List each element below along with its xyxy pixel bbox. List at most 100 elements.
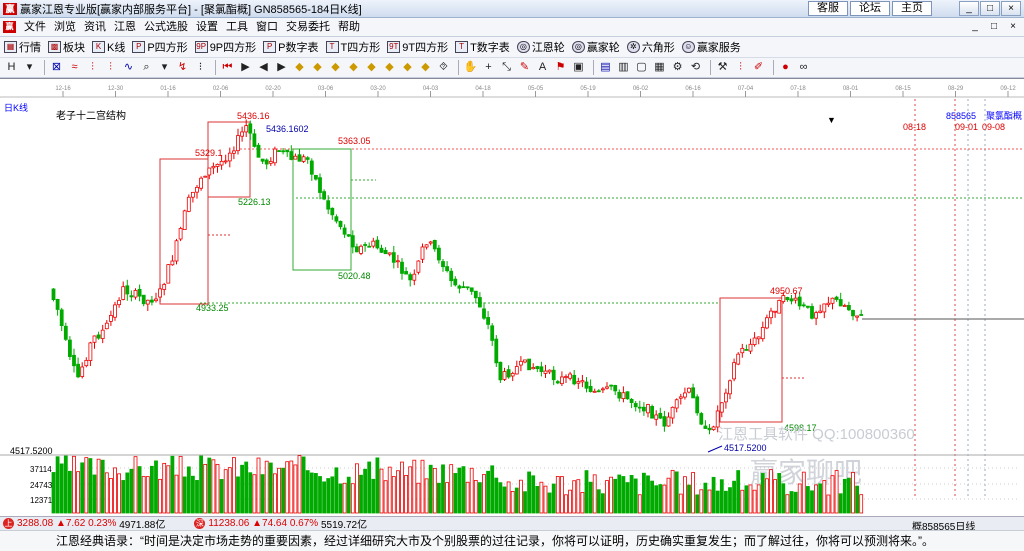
volume-bar xyxy=(326,478,331,514)
print-icon[interactable]: ▥ xyxy=(616,60,631,75)
maximize-button[interactable]: □ xyxy=(980,1,1000,16)
customer-service-link[interactable]: 客服 xyxy=(808,1,848,16)
candle-body xyxy=(654,414,659,420)
volume-bar xyxy=(535,486,540,514)
cross-icon[interactable]: + xyxy=(481,60,496,75)
candle-body xyxy=(391,252,396,263)
box-icon[interactable]: ▣ xyxy=(571,60,586,75)
menu-browse[interactable]: 浏览 xyxy=(50,19,80,36)
text-icon[interactable]: A xyxy=(535,60,550,75)
mdi-minimize-button[interactable]: _ xyxy=(968,20,982,33)
dropdown-icon[interactable]: ▾ xyxy=(157,60,172,75)
prev-icon[interactable]: ◀ xyxy=(256,60,271,75)
sz-index-icon[interactable]: 深 xyxy=(194,518,206,529)
toolbar-service-button[interactable]: ☺ 赢家服务 xyxy=(681,39,741,55)
volume-bar xyxy=(654,485,659,514)
diamond-icon[interactable]: ◆ xyxy=(292,60,307,75)
kchart-icon[interactable]: ⫶ xyxy=(733,60,748,75)
volume-bar xyxy=(297,455,302,514)
menu-formula[interactable]: 公式选股 xyxy=(140,19,192,36)
bars-icon[interactable]: ⫶ xyxy=(85,60,100,75)
chart-canvas[interactable]: 12-16 12-30 01-16 02-06 02-20 03-06 03-20 04-03… xyxy=(0,79,1024,517)
flag-icon[interactable]: ⚑ xyxy=(553,60,568,75)
dropdown-icon[interactable]: ▾ xyxy=(22,60,37,75)
trend-icon[interactable]: ↯ xyxy=(175,60,190,75)
first-icon[interactable]: ⏮ xyxy=(220,60,235,75)
menu-help[interactable]: 帮助 xyxy=(334,19,364,36)
diamond-icon[interactable]: ◆ xyxy=(328,60,343,75)
mark-icon[interactable]: ⯑ xyxy=(436,60,451,75)
volume-bar xyxy=(543,485,548,514)
toolbar-winner-wheel-button[interactable]: ◎ 赢家轮 xyxy=(571,39,620,55)
diamond-icon[interactable]: ◆ xyxy=(382,60,397,75)
app-logo: 赢 xyxy=(3,2,17,15)
diamond-icon[interactable]: ◆ xyxy=(310,60,325,75)
arrow-icon[interactable]: ⤡ xyxy=(499,60,514,75)
toolbar-hexagon-button[interactable]: ✲ 六角形 xyxy=(626,39,675,55)
toolbar-p-square-button[interactable]: P P四方形 xyxy=(132,39,188,55)
volume-bar xyxy=(465,481,470,514)
palette-icon[interactable]: ● xyxy=(778,60,793,75)
menu-settings[interactable]: 设置 xyxy=(192,19,222,36)
toolbar-gann-wheel-button[interactable]: ◎ 江恩轮 xyxy=(516,39,565,55)
volume-bar xyxy=(514,487,519,514)
wave-icon[interactable]: ≈ xyxy=(67,60,82,75)
minimize-button[interactable]: _ xyxy=(959,1,979,16)
pen-icon[interactable]: ✎ xyxy=(517,60,532,75)
candle-body xyxy=(724,392,728,403)
kline-chart[interactable]: 12-16 12-30 01-16 02-06 02-20 03-06 03-20 04-03… xyxy=(0,78,1024,516)
volume-bar xyxy=(387,466,392,514)
toolbar-grid-button[interactable]: ▦ 行情 xyxy=(4,39,41,55)
layout-icon[interactable]: ▦ xyxy=(652,60,667,75)
menu-logo-icon[interactable]: 赢 xyxy=(3,21,16,33)
hand-icon[interactable]: ✋ xyxy=(463,60,478,75)
toolbar-block-button[interactable]: ▩ 板块 xyxy=(48,39,85,55)
diamond-icon[interactable]: ◆ xyxy=(346,60,361,75)
home-link[interactable]: 主页 xyxy=(892,1,932,16)
line-icon[interactable]: ∿ xyxy=(121,60,136,75)
toolbar-t-table-button[interactable]: T T数字表 xyxy=(455,39,510,55)
toolbar-t-square-button[interactable]: T T四方形 xyxy=(325,39,380,55)
mdi-close-button[interactable]: × xyxy=(1006,20,1020,33)
candle-body xyxy=(699,413,704,425)
candle-body xyxy=(691,387,695,399)
diamond-icon[interactable]: ◆ xyxy=(364,60,379,75)
diamond-icon[interactable]: ◆ xyxy=(400,60,415,75)
candle-body xyxy=(117,299,121,306)
toolbar-9t-square-button[interactable]: 9T 9T四方形 xyxy=(387,39,448,55)
menu-tools[interactable]: 工具 xyxy=(222,19,252,36)
volume-bar xyxy=(404,474,409,514)
volume-bar xyxy=(658,484,663,514)
volume-bar xyxy=(555,476,560,514)
brush-icon[interactable]: ✐ xyxy=(751,60,766,75)
kbars-icon[interactable]: ⫶ xyxy=(103,60,118,75)
next-icon[interactable]: ▶ xyxy=(274,60,289,75)
indicator-icon[interactable]: ⊠ xyxy=(49,60,64,75)
tool-icon[interactable]: ⚒ xyxy=(715,60,730,75)
dropdown-icon[interactable]: ▼ xyxy=(827,115,836,125)
menu-file[interactable]: 文件 xyxy=(20,19,50,36)
save-icon[interactable]: ▤ xyxy=(598,60,613,75)
volume-bar xyxy=(822,480,827,514)
window-icon[interactable]: ▢ xyxy=(634,60,649,75)
menu-info[interactable]: 资讯 xyxy=(80,19,110,36)
toolbar-9p-square-button[interactable]: 9P 9P四方形 xyxy=(194,39,256,55)
chart-type-icon[interactable]: H xyxy=(4,60,19,75)
gear-icon[interactable]: ⚙ xyxy=(670,60,685,75)
toolbar-p-table-button[interactable]: P P数字表 xyxy=(263,39,319,55)
menu-trade[interactable]: 交易委托 xyxy=(282,19,334,36)
toolbar-kline-button[interactable]: K K线 xyxy=(92,39,125,55)
infinity-icon[interactable]: ∞ xyxy=(796,60,811,75)
sh-index-icon[interactable]: 上 xyxy=(3,518,14,529)
close-button[interactable]: × xyxy=(1001,1,1021,16)
diamond-icon[interactable]: ◆ xyxy=(418,60,433,75)
toolbar-separator xyxy=(593,60,594,75)
back-icon[interactable]: ▶ xyxy=(238,60,253,75)
dotbars-icon[interactable]: ⁝ xyxy=(193,60,208,75)
menu-gann[interactable]: 江恩 xyxy=(110,19,140,36)
sync-icon[interactable]: ⟲ xyxy=(688,60,703,75)
zoom-icon[interactable]: ⌕ xyxy=(139,60,154,75)
menu-window[interactable]: 窗口 xyxy=(252,19,282,36)
forum-link[interactable]: 论坛 xyxy=(850,1,890,16)
mdi-restore-button[interactable]: □ xyxy=(987,20,1001,33)
